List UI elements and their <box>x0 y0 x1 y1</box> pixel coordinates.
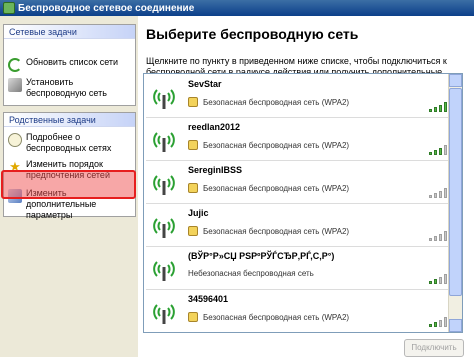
signal-bar <box>439 105 442 112</box>
refresh-icon <box>8 58 22 72</box>
network-security-label: Небезопасная беспроводная сеть <box>188 269 314 278</box>
divider <box>146 160 458 161</box>
network-name: (ВЎР°Р»СЏ РЅРºРЎЃСЂР‚РЃ,С‚Р°) <box>188 251 335 261</box>
setup-wireless-network-link[interactable]: Установить беспроводную сеть <box>8 77 134 99</box>
wireless-setup-icon <box>8 78 22 92</box>
network-name: 34596401 <box>188 294 229 304</box>
network-security-label: Безопасная беспроводная сеть (WPA2) <box>203 97 350 107</box>
window-title: Беспроводное сетевое соединение <box>18 2 195 14</box>
signal-bar <box>439 148 442 155</box>
network-item[interactable]: Jujic Безопасная беспроводная сеть (WPA2… <box>145 205 461 245</box>
network-item[interactable]: 34596401 Безопасная беспроводная сеть (W… <box>145 291 461 331</box>
network-item[interactable]: SereginIBSS Безопасная беспроводная сеть… <box>145 162 461 202</box>
signal-bar <box>444 274 447 284</box>
highlight-box <box>1 170 136 199</box>
signal-bar <box>444 145 447 155</box>
signal-bar <box>444 317 447 327</box>
page-title: Выберите беспроводную сеть <box>146 26 359 42</box>
network-security: Безопасная беспроводная сеть (WPA2) <box>188 226 349 236</box>
network-security-label: Безопасная беспроводная сеть (WPA2) <box>203 183 350 193</box>
network-name: reedlan2012 <box>188 122 241 132</box>
signal-bar <box>429 152 432 155</box>
scroll-thumb[interactable] <box>449 88 462 296</box>
network-security-label: Безопасная беспроводная сеть (WPA2) <box>203 226 350 236</box>
network-security: Безопасная беспроводная сеть (WPA2) <box>188 183 349 193</box>
refresh-network-list-label: Обновить список сети <box>26 57 119 67</box>
network-item[interactable]: SevStar Безопасная беспроводная сеть (WP… <box>145 76 461 116</box>
network-list[interactable]: SevStar Безопасная беспроводная сеть (WP… <box>143 73 463 333</box>
network-name: Jujic <box>188 208 209 218</box>
network-security-label: Безопасная беспроводная сеть (WPA2) <box>203 312 350 322</box>
task-pane: Сетевые задачи Обновить список сети Уста… <box>0 16 138 357</box>
signal-bar <box>444 102 447 112</box>
lock-icon <box>188 97 198 107</box>
network-security-label: Безопасная беспроводная сеть (WPA2) <box>203 140 350 150</box>
divider <box>146 289 458 290</box>
network-security: Небезопасная беспроводная сеть <box>188 269 314 278</box>
connect-button[interactable]: Подключить <box>404 339 464 357</box>
network-security: Безопасная беспроводная сеть (WPA2) <box>188 140 349 150</box>
lock-icon <box>188 226 198 236</box>
refresh-network-list-link[interactable]: Обновить список сети <box>8 57 134 72</box>
network-security: Безопасная беспроводная сеть (WPA2) <box>188 97 349 107</box>
wireless-network-icon <box>3 2 15 14</box>
signal-bar <box>439 277 442 284</box>
network-name: SereginIBSS <box>188 165 243 175</box>
signal-bar <box>429 195 432 198</box>
network-item[interactable]: (ВЎР°Р»СЏ РЅРºРЎЃСЂР‚РЃ,С‚Р°) Небезопасн… <box>145 248 461 288</box>
related-tasks-header: Родственные задачи <box>4 113 135 127</box>
lock-icon <box>188 312 198 322</box>
signal-bar <box>434 236 437 241</box>
title-bar: Беспроводное сетевое соединение <box>0 0 474 16</box>
signal-bar <box>434 150 437 155</box>
signal-bar <box>434 279 437 284</box>
signal-bar <box>429 324 432 327</box>
signal-bar <box>429 238 432 241</box>
signal-bar <box>439 234 442 241</box>
signal-bar <box>439 191 442 198</box>
antenna-icon <box>153 261 175 281</box>
antenna-icon <box>153 304 175 324</box>
antenna-icon <box>153 175 175 195</box>
signal-bar <box>444 188 447 198</box>
signal-bar <box>444 231 447 241</box>
signal-bar <box>429 109 432 112</box>
divider <box>146 117 458 118</box>
main-pane: Выберите беспроводную сеть Щелкните по п… <box>138 16 474 357</box>
network-security: Безопасная беспроводная сеть (WPA2) <box>188 312 349 322</box>
network-tasks-header: Сетевые задачи <box>4 25 135 39</box>
network-tasks-group: Сетевые задачи Обновить список сети Уста… <box>3 24 136 106</box>
divider <box>146 203 458 204</box>
lock-icon <box>188 183 198 193</box>
divider <box>146 246 458 247</box>
setup-wireless-network-label: Установить беспроводную сеть <box>26 77 107 98</box>
learn-about-wireless-label: Подробнее о беспроводных сетях <box>26 132 112 153</box>
signal-bar <box>434 322 437 327</box>
signal-bar <box>434 107 437 112</box>
antenna-icon <box>153 218 175 238</box>
signal-bar <box>439 320 442 327</box>
antenna-icon <box>153 132 175 152</box>
network-name: SevStar <box>188 79 222 89</box>
scroll-down-button[interactable] <box>449 319 462 332</box>
learn-about-wireless-link[interactable]: Подробнее о беспроводных сетях <box>8 132 134 154</box>
signal-bar <box>429 281 432 284</box>
vertical-scrollbar[interactable] <box>448 74 462 332</box>
scroll-up-button[interactable] <box>449 74 462 87</box>
antenna-icon <box>153 89 175 109</box>
related-tasks-group: Родственные задачи Подробнее о беспровод… <box>3 112 136 220</box>
lock-icon <box>188 140 198 150</box>
info-icon <box>8 133 22 147</box>
network-item[interactable]: reedlan2012 Безопасная беспроводная сеть… <box>145 119 461 159</box>
signal-bar <box>434 193 437 198</box>
